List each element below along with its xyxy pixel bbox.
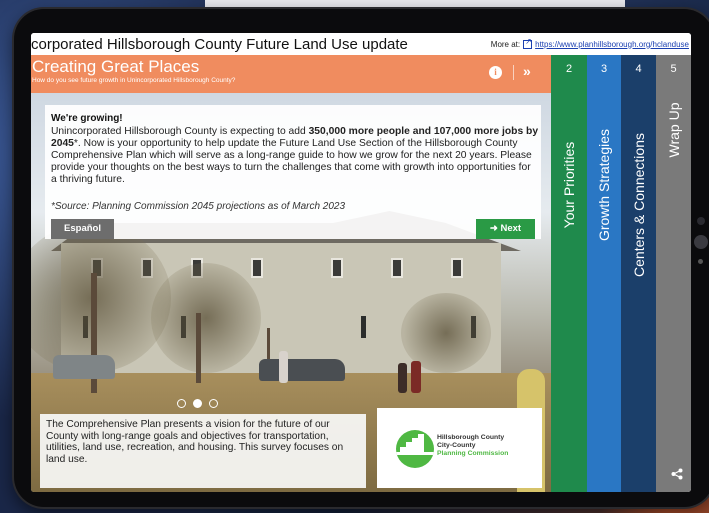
tab-label: Centers & Connections	[630, 133, 647, 277]
planning-commission-logo	[396, 430, 434, 468]
tablet-camera	[694, 235, 708, 249]
survey-panel: Creating Great Places How do you see fut…	[31, 55, 551, 492]
photo-car	[53, 355, 115, 379]
logo-line2: City-County	[437, 442, 476, 449]
more-label: More at:	[490, 39, 521, 49]
section-subtitle: How do you see future growth in Unincorp…	[32, 77, 236, 84]
photo-window	[331, 258, 343, 278]
tab-growth-strategies[interactable]: 3 Growth Strategies	[587, 55, 621, 492]
section-title: Creating Great Places	[32, 57, 200, 76]
more-info: More at: https://www.planhillsborough.or…	[490, 37, 689, 49]
double-chevron-right-icon[interactable]: »	[523, 63, 531, 79]
tab-your-priorities[interactable]: 2 Your Priorities	[551, 55, 587, 492]
share-icon[interactable]	[671, 468, 683, 480]
tab-label: Wrap Up	[665, 102, 682, 158]
logo-line3: Planning Commission	[437, 450, 509, 457]
carousel-dots	[177, 399, 218, 408]
tablet-screen: corporated Hillsborough County Future La…	[31, 33, 691, 492]
tab-number: 2	[565, 63, 573, 75]
tab-label: Growth Strategies	[596, 128, 612, 242]
tablet-light	[698, 259, 703, 264]
photo-window	[391, 258, 403, 278]
logo-card: Hillsborough County City-County Planning…	[377, 408, 542, 488]
carousel-dot[interactable]	[193, 399, 202, 408]
tab-number: 5	[670, 63, 677, 75]
title-bar: corporated Hillsborough County Future La…	[31, 33, 691, 55]
photo-shutter	[361, 316, 366, 338]
carousel-dot[interactable]	[177, 399, 186, 408]
logo-line1: Hillsborough County	[437, 434, 505, 441]
info-icon[interactable]: i	[489, 66, 502, 79]
photo-person	[398, 363, 407, 393]
tab-wrap-up[interactable]: 5 Wrap Up	[656, 55, 691, 492]
tab-number: 4	[635, 63, 642, 75]
comp-plan-card: The Comprehensive Plan presents a vision…	[40, 414, 366, 488]
intro-body: Unincorporated Hillsborough County is ex…	[51, 126, 539, 186]
photo-window	[451, 258, 463, 278]
photo-car	[259, 359, 345, 381]
section-header: Creating Great Places How do you see fut…	[31, 55, 551, 93]
tablet-sensor	[697, 217, 705, 225]
tab-centers-connections[interactable]: 4 Centers & Connections	[621, 55, 656, 492]
external-link-icon	[523, 37, 533, 49]
logo-building	[418, 434, 424, 452]
intro-source: *Source: Planning Commission 2045 projec…	[51, 201, 346, 212]
tab-label: Your Priorities	[561, 141, 577, 229]
tab-number: 3	[600, 63, 608, 75]
photo-tree-trunk	[196, 313, 201, 383]
header-divider	[513, 65, 514, 80]
logo-base	[396, 452, 434, 455]
photo-person	[411, 361, 421, 393]
next-button-label: Next	[500, 223, 522, 234]
photo-tree	[151, 263, 261, 373]
more-link[interactable]: https://www.planhillsborough.org/hclandu…	[535, 40, 689, 49]
background-photo: We're growing! Unincorporated Hillsborou…	[31, 93, 551, 492]
photo-person	[279, 351, 288, 383]
arrow-right-icon: ➜	[489, 223, 501, 234]
intro-body-end: *. Now is your opportunity to help updat…	[51, 138, 532, 185]
intro-card: We're growing! Unincorporated Hillsborou…	[45, 105, 541, 239]
intro-heading: We're growing!	[51, 113, 123, 124]
next-button[interactable]: ➜ Next	[476, 219, 535, 239]
spanish-button[interactable]: Español	[51, 219, 114, 239]
intro-body-start: Unincorporated Hillsborough County is ex…	[51, 126, 309, 137]
page-title: corporated Hillsborough County Future La…	[31, 35, 408, 53]
carousel-dot[interactable]	[209, 399, 218, 408]
photo-window	[251, 258, 263, 278]
